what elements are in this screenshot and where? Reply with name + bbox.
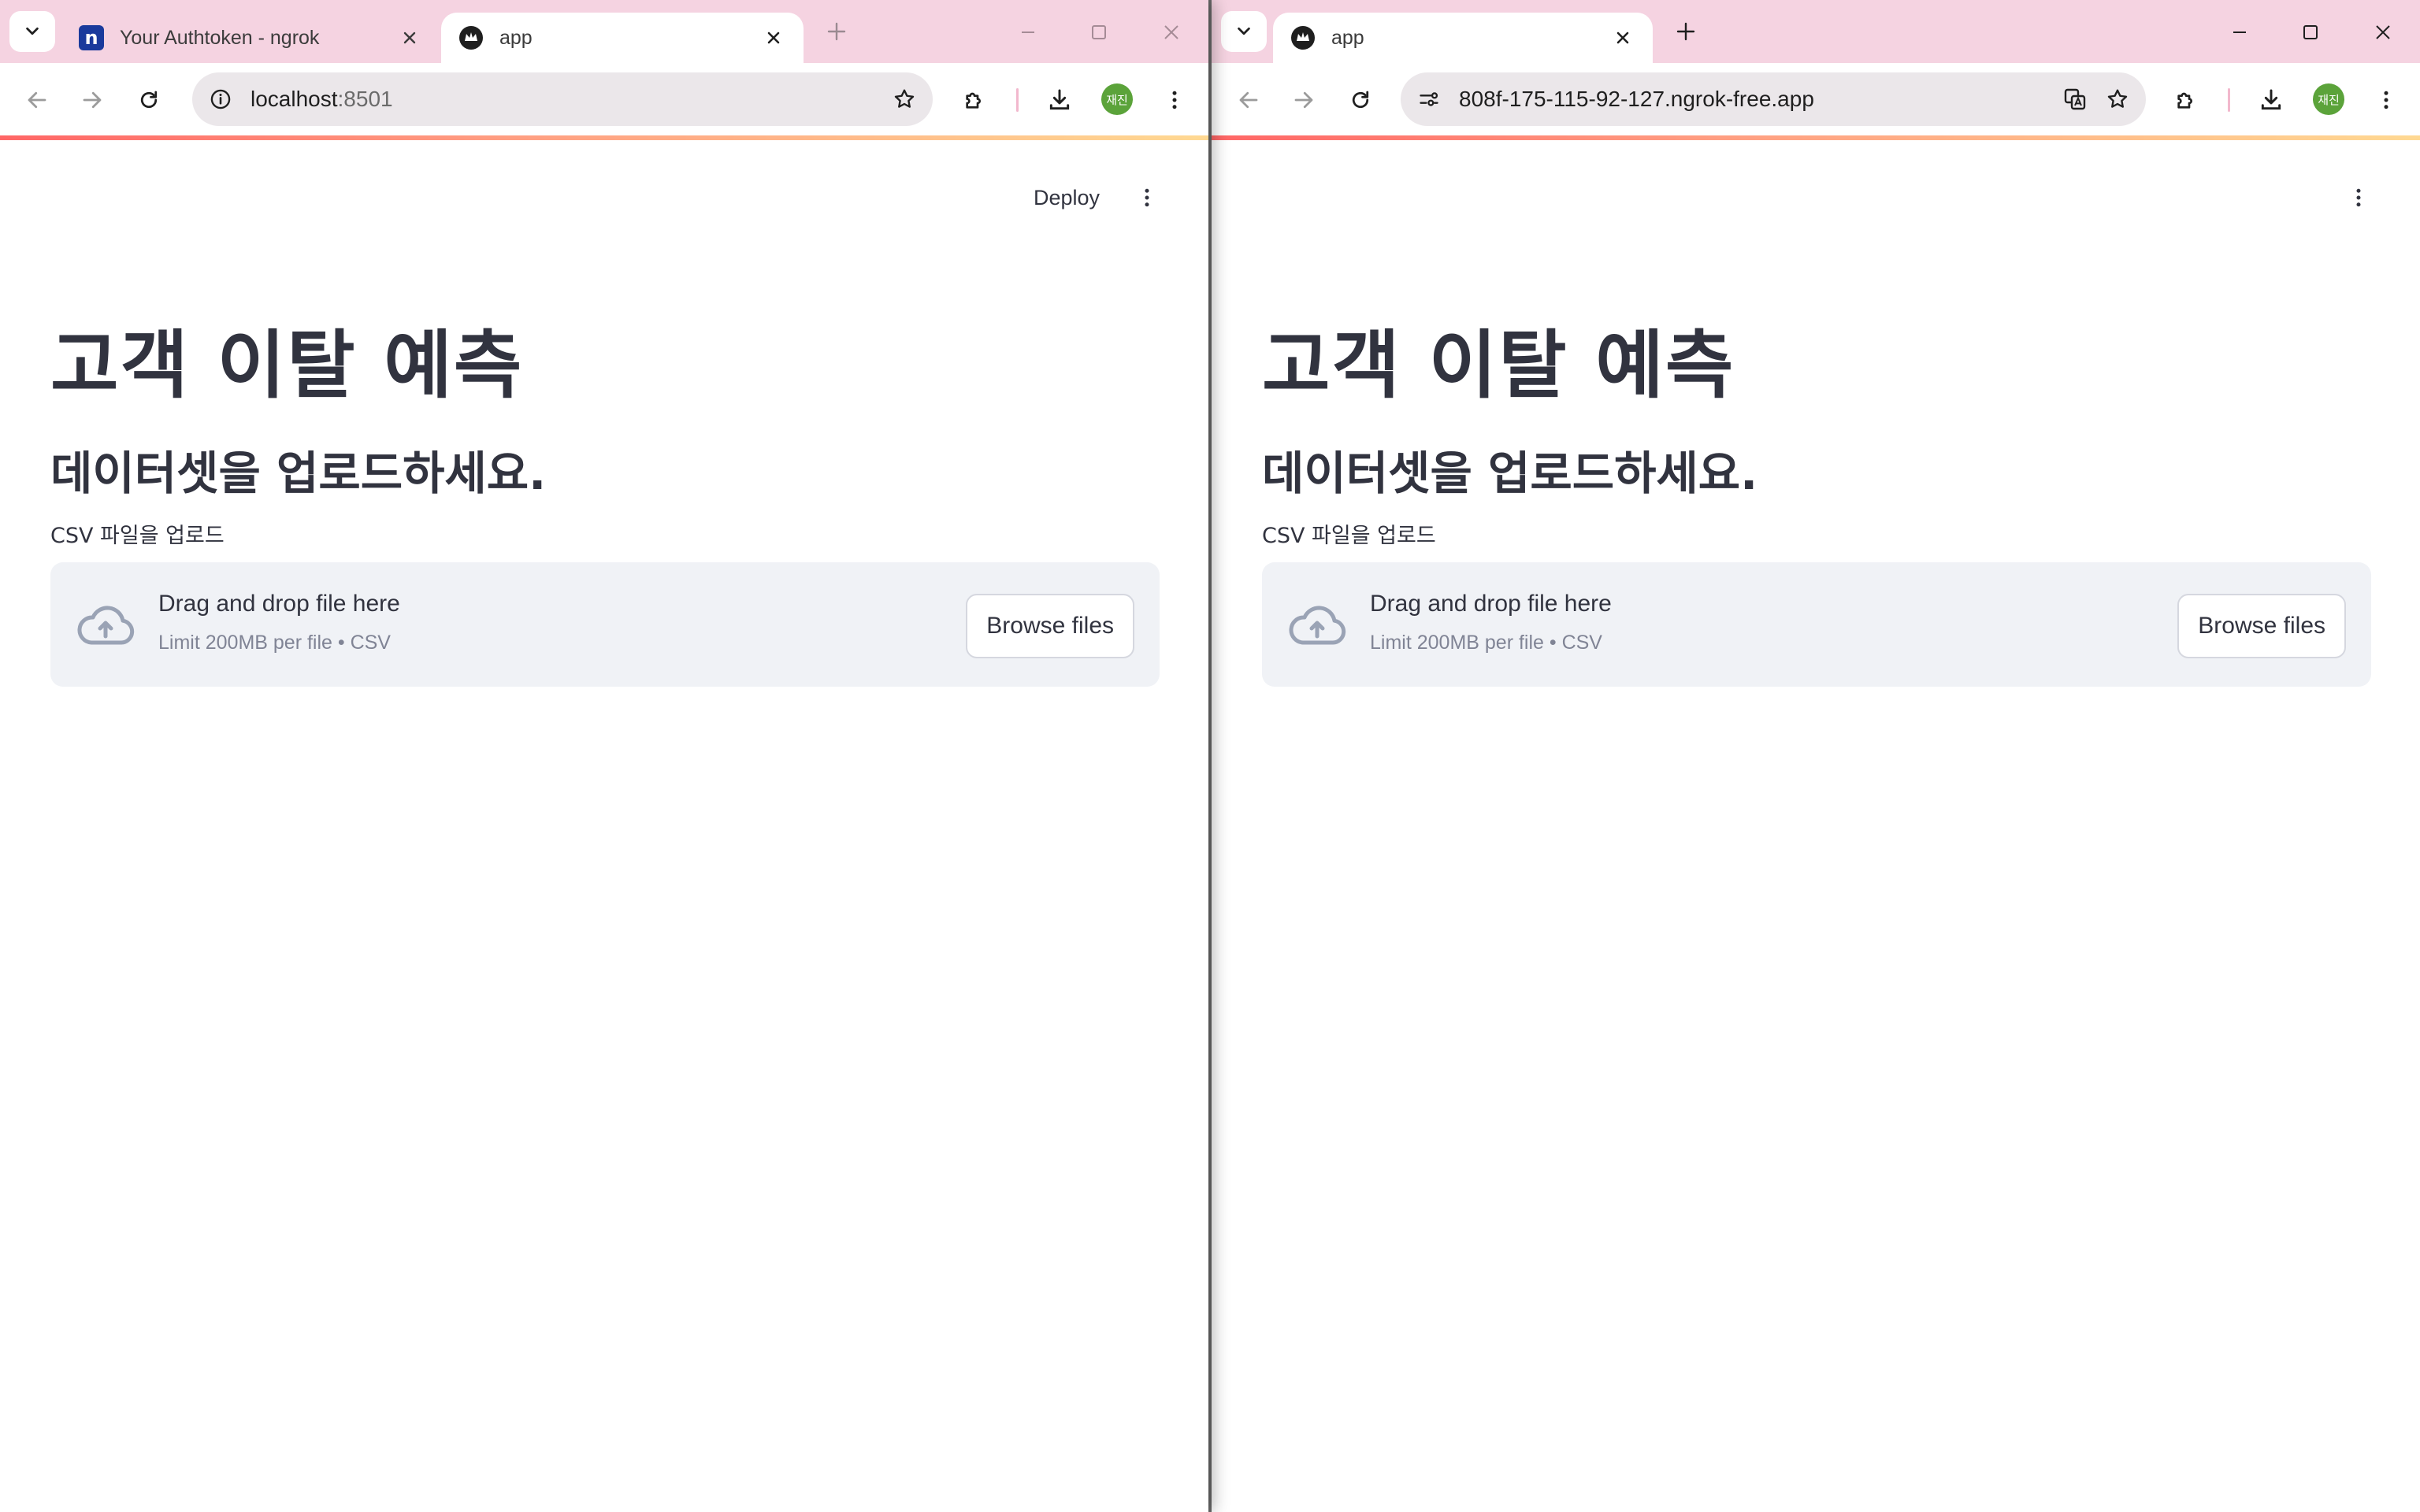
close-icon — [2376, 25, 2390, 39]
back-button[interactable] — [20, 83, 54, 117]
forward-button[interactable] — [1287, 83, 1320, 117]
new-tab-button[interactable] — [821, 16, 852, 47]
toolbar-separator — [2228, 88, 2230, 112]
browse-files-button[interactable]: Browse files — [966, 594, 1134, 658]
browse-files-button[interactable]: Browse files — [2177, 594, 2346, 658]
tab-strip: app — [1212, 0, 2420, 63]
tab-search-button[interactable] — [1221, 11, 1267, 52]
close-window-button[interactable] — [1153, 14, 1190, 50]
new-tab-button[interactable] — [1670, 16, 1702, 47]
url-port: :8501 — [337, 87, 393, 111]
cloud-upload-icon — [74, 594, 137, 657]
arrow-left-icon — [1239, 91, 1258, 109]
app-menu-icon[interactable] — [1133, 180, 1161, 216]
maximize-icon — [2303, 25, 2318, 39]
deploy-button[interactable]: Deploy — [1029, 180, 1104, 217]
chevron-down-icon — [1238, 27, 1250, 35]
forward-button[interactable] — [76, 83, 109, 117]
extensions-icon[interactable] — [958, 83, 991, 117]
close-icon — [1164, 25, 1178, 39]
reload-icon — [140, 91, 158, 109]
toolbar-separator — [1016, 88, 1019, 112]
back-button[interactable] — [1232, 83, 1265, 117]
browser-window-right: app 808f-175-115-92-127.ngrok-free.app 재… — [1212, 0, 2420, 1512]
address-bar[interactable]: 808f-175-115-92-127.ngrok-free.app — [1401, 72, 2146, 126]
url-text[interactable]: 808f-175-115-92-127.ngrok-free.app — [1459, 87, 1814, 112]
page-title: 고객 이탈 예측 — [1262, 323, 1735, 409]
browser-menu-icon[interactable] — [2370, 83, 2403, 117]
dropzone-title: Drag and drop file here — [1370, 591, 1612, 617]
streamlit-crown-icon — [1290, 25, 1316, 50]
dropzone-title: Drag and drop file here — [158, 591, 400, 617]
chevron-down-icon — [26, 27, 39, 35]
minimize-icon — [1022, 32, 1034, 33]
dropzone-limit: Limit 200MB per file • CSV — [1370, 632, 1602, 654]
url-text[interactable]: localhost:8501 — [251, 87, 393, 112]
arrow-left-icon — [28, 91, 46, 109]
maximize-button[interactable] — [1081, 14, 1117, 50]
page-subtitle: 데이터셋을 업로드하세요. — [50, 447, 547, 500]
tab-app[interactable]: app — [441, 13, 804, 63]
tab-app[interactable]: app — [1273, 13, 1653, 63]
browser-menu-icon[interactable] — [1158, 83, 1191, 117]
uploader-label: CSV 파일을 업로드 — [50, 524, 225, 548]
close-tab-icon[interactable] — [761, 25, 786, 50]
info-icon[interactable] — [206, 85, 235, 113]
minimize-icon — [2233, 32, 2246, 33]
close-tab-icon[interactable] — [397, 25, 422, 50]
app-menu-icon[interactable] — [2344, 180, 2373, 216]
close-tab-icon[interactable] — [1610, 25, 1635, 50]
reload-icon — [1352, 91, 1369, 109]
profile-avatar[interactable]: 재진 — [1101, 83, 1133, 115]
uploader-label: CSV 파일을 업로드 — [1262, 524, 1436, 548]
app-content: 고객 이탈 예측 데이터셋을 업로드하세요. CSV 파일을 업로드 Drag … — [1212, 140, 2420, 1512]
tab-title: app — [1331, 26, 1364, 49]
ngrok-icon: n — [79, 25, 104, 50]
browser-toolbar: localhost:8501 재진 — [0, 63, 1208, 135]
download-icon[interactable] — [1043, 83, 1076, 117]
bookmark-star-icon[interactable] — [890, 85, 919, 113]
page-title: 고객 이탈 예측 — [50, 323, 524, 409]
url-host: localhost — [251, 87, 338, 111]
tab-title: app — [499, 26, 533, 49]
close-window-button[interactable] — [2365, 14, 2401, 50]
bookmark-star-icon[interactable] — [2103, 85, 2132, 113]
browser-window-left: n Your Authtoken - ngrok app localhost:8… — [0, 0, 1208, 1512]
extensions-icon[interactable] — [2169, 83, 2203, 117]
streamlit-crown-icon — [458, 25, 484, 50]
page-subtitle: 데이터셋을 업로드하세요. — [1262, 447, 1758, 500]
app-content: Deploy 고객 이탈 예측 데이터셋을 업로드하세요. CSV 파일을 업로… — [0, 140, 1208, 1512]
tab-title: Your Authtoken - ngrok — [120, 26, 320, 49]
file-dropzone[interactable]: Drag and drop file here Limit 200MB per … — [1262, 562, 2371, 687]
dropzone-limit: Limit 200MB per file • CSV — [158, 632, 391, 654]
minimize-button[interactable] — [1010, 14, 1046, 50]
download-icon[interactable] — [2255, 83, 2288, 117]
arrow-right-icon — [1294, 91, 1313, 109]
maximize-icon — [1092, 25, 1106, 39]
cloud-upload-icon — [1286, 594, 1349, 657]
translate-icon[interactable] — [2061, 85, 2089, 113]
minimize-button[interactable] — [2221, 14, 2258, 50]
arrow-right-icon — [83, 91, 102, 109]
plus-icon — [827, 22, 846, 41]
tab-ngrok[interactable]: n Your Authtoken - ngrok — [61, 13, 440, 63]
tab-strip: n Your Authtoken - ngrok app — [0, 0, 1208, 63]
reload-button[interactable] — [1344, 83, 1377, 117]
browser-toolbar: 808f-175-115-92-127.ngrok-free.app 재진 — [1212, 63, 2420, 135]
reload-button[interactable] — [132, 83, 165, 117]
plus-icon — [1676, 22, 1695, 41]
site-settings-icon[interactable] — [1415, 85, 1443, 113]
address-bar[interactable]: localhost:8501 — [192, 72, 933, 126]
url-host: 808f-175-115-92-127.ngrok-free.app — [1459, 87, 1814, 111]
file-dropzone[interactable]: Drag and drop file here Limit 200MB per … — [50, 562, 1160, 687]
profile-avatar[interactable]: 재진 — [2313, 83, 2344, 115]
maximize-button[interactable] — [2292, 14, 2329, 50]
tab-search-button[interactable] — [9, 11, 55, 52]
